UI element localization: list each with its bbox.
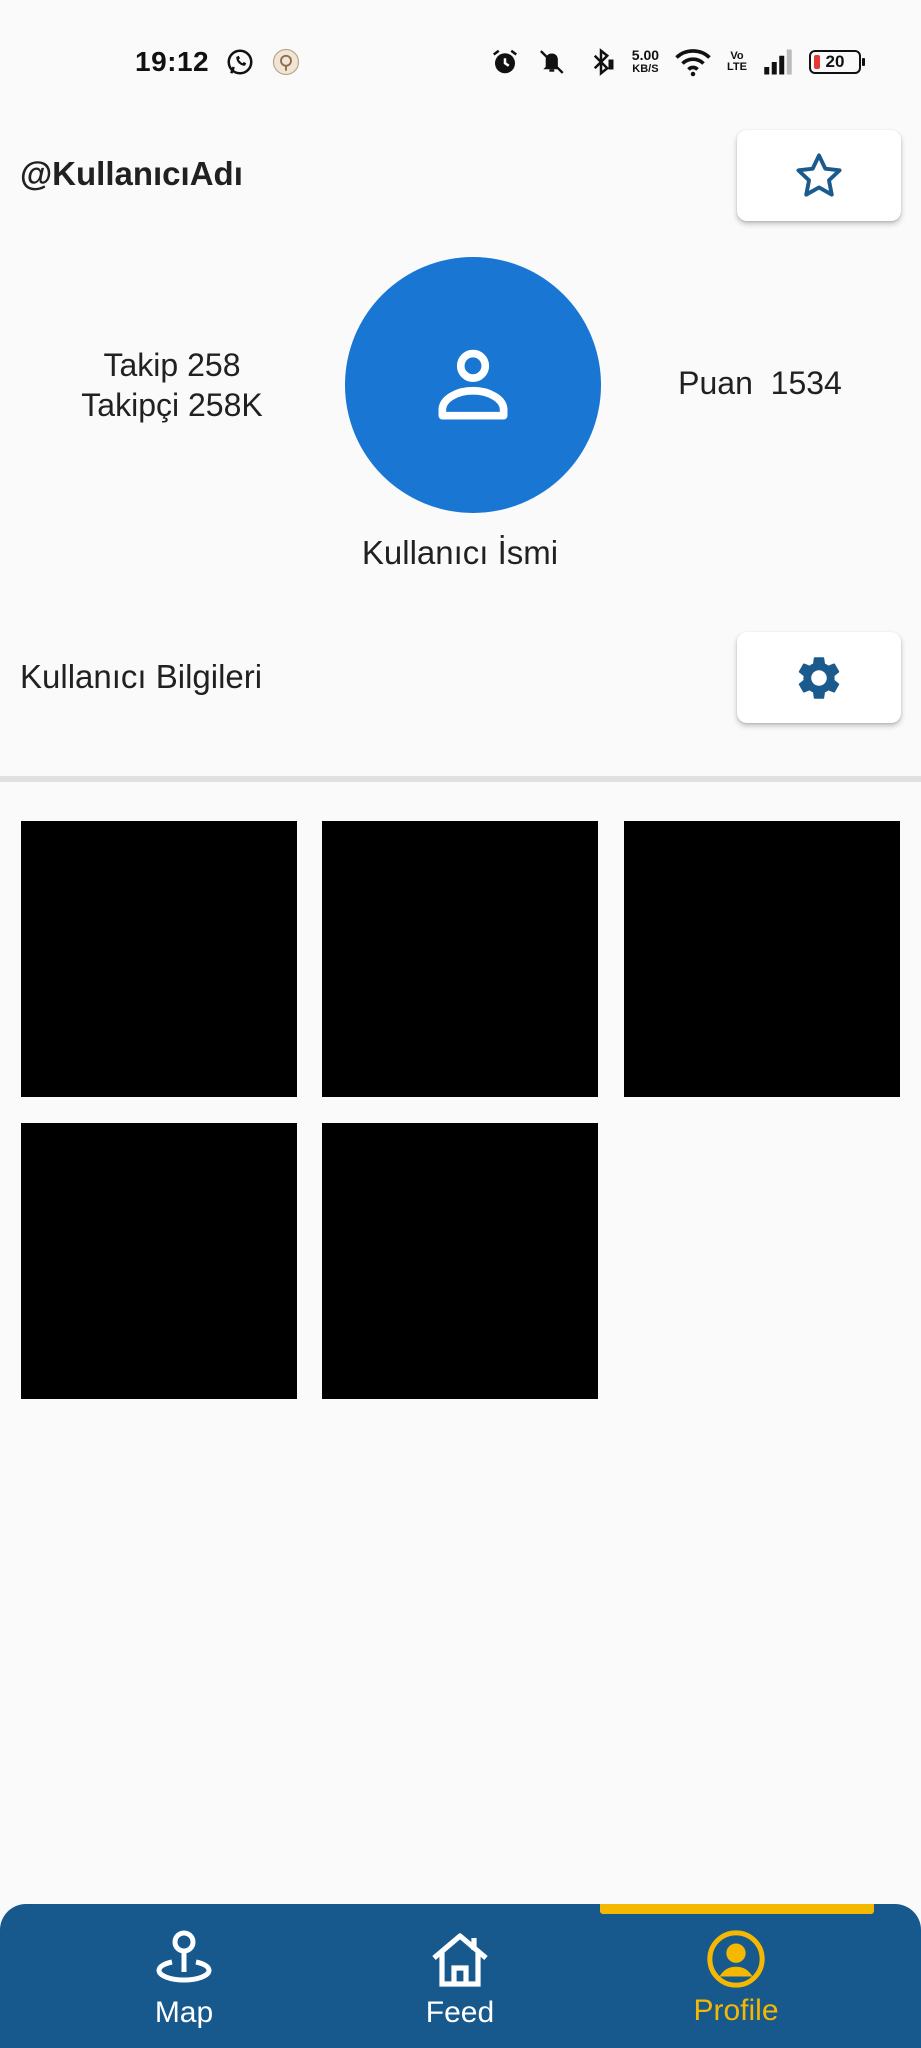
settings-button[interactable] xyxy=(737,632,901,723)
account-circle-icon xyxy=(707,1930,765,1988)
grid-item[interactable] xyxy=(21,1123,297,1399)
avatar[interactable] xyxy=(345,257,601,513)
nav-label-feed: Feed xyxy=(425,1996,495,2029)
section-divider xyxy=(0,776,921,782)
score: Puan 1534 xyxy=(678,365,842,401)
status-time: 19:12 xyxy=(135,46,210,77)
nav-label-profile: Profile xyxy=(693,1994,779,2027)
grid-item[interactable] xyxy=(624,821,900,1097)
status-bar-right: 5.00 KB/S Vo LTE 20 xyxy=(490,47,865,77)
net-speed-unit: KB/S xyxy=(632,63,659,75)
bluetooth-icon xyxy=(586,47,616,77)
wifi-icon xyxy=(675,47,711,77)
display-name: Kullanıcı İsmi xyxy=(361,534,559,571)
nav-item-profile[interactable]: Profile xyxy=(636,1928,836,2040)
grid-item[interactable] xyxy=(21,821,297,1097)
net-speed-value: 5.00 xyxy=(631,47,660,63)
username: @KullanıcıAdı xyxy=(20,155,243,192)
profile-screen: 19:12 5.00 KB/S Vo LTE 20 @KullanıcıAdı … xyxy=(0,0,921,2048)
grid-item[interactable] xyxy=(322,821,598,1097)
star-icon xyxy=(796,152,842,197)
person-icon xyxy=(438,349,508,420)
following-count[interactable]: Takip 258 xyxy=(42,345,302,385)
mute-icon xyxy=(536,47,570,77)
nav-label-map: Map xyxy=(154,1996,214,2029)
volte-indicator: Vo LTE xyxy=(727,51,747,73)
map-pin-icon xyxy=(156,1930,212,1983)
volte-bottom: LTE xyxy=(727,61,747,73)
nav-item-map[interactable]: Map xyxy=(84,1928,284,2040)
active-tab-indicator xyxy=(600,1904,874,1914)
status-bar-left: 19:12 xyxy=(135,46,301,78)
signal-icon xyxy=(763,49,793,75)
status-bar: 19:12 5.00 KB/S Vo LTE 20 xyxy=(0,0,921,124)
whatsapp-icon xyxy=(225,47,255,77)
user-info-label: Kullanıcı Bilgileri xyxy=(20,658,263,695)
nav-item-feed[interactable]: Feed xyxy=(360,1928,560,2040)
battery-indicator: 20 xyxy=(809,50,865,74)
alarm-icon xyxy=(490,47,520,77)
gear-icon xyxy=(798,656,840,699)
follow-stats: Takip 258 Takipçi 258K xyxy=(42,345,302,425)
favorite-button[interactable] xyxy=(737,130,901,221)
net-speed: 5.00 KB/S xyxy=(632,48,659,76)
app-notification-icon xyxy=(271,47,301,77)
home-icon xyxy=(432,1933,488,1987)
grid-item[interactable] xyxy=(322,1123,598,1399)
followers-count[interactable]: Takipçi 258K xyxy=(42,385,302,425)
